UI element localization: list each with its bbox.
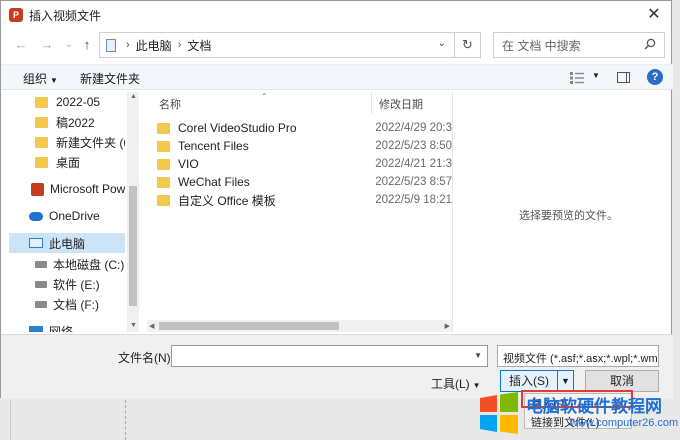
sidebar-scrollbar[interactable]: ▲ ▼	[127, 92, 139, 332]
breadcrumb-documents[interactable]: 文档	[187, 37, 211, 54]
navigation-pane: 2022-05 稿2022 新建文件夹 (6) 桌面 Microsoft Pow…	[9, 92, 125, 332]
cloud-icon	[29, 211, 43, 221]
preview-placeholder-text: 选择要预览的文件。	[519, 210, 618, 222]
preview-pane: 选择要预览的文件。	[452, 92, 673, 332]
command-toolbar: 组织 ▼ 新建文件夹 ▼ ?	[1, 64, 673, 90]
powerpoint-icon	[31, 182, 44, 196]
windows-logo-icon	[480, 392, 518, 434]
sidebar-item-new-folder-6[interactable]: 新建文件夹 (6)	[9, 132, 125, 152]
site-watermark: 电脑软硬件教程网 www.computer26.com	[478, 392, 679, 436]
background-guide-line	[125, 400, 126, 440]
folder-icon	[35, 96, 48, 108]
file-row[interactable]: VIO 2022/4/21 21:3	[157, 155, 452, 173]
folder-icon	[35, 136, 48, 148]
sidebar-item-microsoft-powerpoint[interactable]: Microsoft Power	[9, 179, 125, 199]
up-arrow-icon[interactable]: ↑	[79, 36, 95, 54]
back-arrow-icon[interactable]: ←	[13, 36, 29, 54]
help-icon[interactable]: ?	[647, 69, 663, 85]
navigation-bar: ← → ⌄ ↑ › 此电脑 › 文档 ⌄ ↻ 在 文档 中搜索	[1, 32, 673, 58]
scroll-down-arrow-icon[interactable]: ▼	[130, 322, 137, 329]
close-button[interactable]: ✕	[643, 5, 665, 25]
scroll-left-arrow-icon[interactable]: ◀	[149, 322, 154, 330]
insert-video-dialog: P 插入视频文件 ✕ ← → ⌄ ↑ › 此电脑 › 文档 ⌄ ↻ 在 文档 中…	[0, 0, 673, 399]
column-header-name[interactable]: 名称	[159, 96, 181, 112]
sidebar-item-network[interactable]: 网络	[9, 321, 125, 332]
sidebar-scroll-thumb[interactable]	[129, 186, 137, 306]
cancel-button[interactable]: 取消	[585, 370, 659, 392]
breadcrumb-separator-icon: ›	[177, 39, 182, 51]
file-row[interactable]: 自定义 Office 模板 2022/5/9 18:21	[157, 191, 452, 209]
organize-menu[interactable]: 组织 ▼	[23, 70, 58, 87]
forward-arrow-icon[interactable]: →	[39, 36, 55, 54]
computer-icon	[29, 238, 43, 248]
search-icon	[644, 38, 656, 50]
sidebar-item-onedrive[interactable]: OneDrive	[9, 206, 125, 226]
sort-ascending-caret-icon: ⌃	[261, 92, 268, 101]
view-dropdown-caret-icon[interactable]: ▼	[592, 71, 600, 80]
file-row[interactable]: WeChat Files 2022/5/23 8:57	[157, 173, 452, 191]
network-icon	[29, 326, 43, 332]
sidebar-item-gao2022[interactable]: 稿2022	[9, 112, 125, 132]
sidebar-item-this-pc[interactable]: 此电脑	[9, 233, 125, 253]
refresh-button[interactable]: ↻	[455, 32, 481, 58]
folder-icon	[157, 122, 170, 134]
dialog-title: 插入视频文件	[29, 8, 102, 23]
search-input[interactable]: 在 文档 中搜索	[493, 32, 665, 58]
caret-down-icon: ▼	[50, 76, 58, 85]
drive-icon	[35, 280, 47, 288]
filename-label: 文件名(N):	[118, 351, 174, 365]
filename-dropdown-chevron-icon[interactable]: ▼	[474, 351, 482, 360]
folder-icon	[157, 140, 170, 152]
caret-down-icon: ▼	[472, 381, 481, 390]
sidebar-item-desktop[interactable]: 桌面	[9, 152, 125, 172]
filename-input[interactable]: ▼	[171, 345, 488, 367]
sidebar-item-software-e[interactable]: 软件 (E:)	[9, 274, 125, 294]
address-bar[interactable]: › 此电脑 › 文档 ⌄	[99, 32, 455, 58]
title-bar: P 插入视频文件	[1, 1, 671, 29]
breadcrumb-this-pc[interactable]: 此电脑	[136, 37, 172, 54]
drive-icon	[35, 300, 47, 308]
folder-icon	[157, 194, 170, 206]
search-placeholder: 在 文档 中搜索	[502, 38, 581, 53]
column-separator[interactable]	[371, 92, 372, 114]
insert-button[interactable]: 插入(S)	[500, 370, 558, 392]
watermark-title: 电脑软硬件教程网	[526, 397, 662, 416]
file-type-filter-select[interactable]: 视频文件 (*.asf;*.asx;*.wpl;*.wm	[497, 345, 659, 367]
address-dropdown-chevron-icon[interactable]: ⌄	[438, 38, 446, 49]
view-options-icon[interactable]	[570, 72, 584, 84]
watermark-url: www.computer26.com	[570, 417, 679, 429]
background-guide-line	[10, 400, 11, 440]
sidebar-item-documents-f[interactable]: 文档 (F:)	[9, 294, 125, 314]
document-location-icon	[106, 38, 116, 52]
file-row[interactable]: Corel VideoStudio Pro 2022/4/29 20:3	[157, 119, 452, 137]
folder-icon	[157, 176, 170, 188]
new-folder-button[interactable]: 新建文件夹	[80, 70, 140, 87]
scroll-right-arrow-icon[interactable]: ▶	[445, 322, 450, 330]
drive-icon	[35, 260, 47, 268]
insert-options-dropdown-button[interactable]: ▼	[558, 370, 574, 392]
recent-locations-chevron-icon[interactable]: ⌄	[61, 36, 77, 54]
powerpoint-app-icon: P	[9, 8, 23, 22]
sidebar-item-local-disk-c[interactable]: 本地磁盘 (C:)	[9, 254, 125, 274]
file-list: ⌃ 名称 修改日期 Corel VideoStudio Pro 2022/4/29…	[147, 92, 452, 318]
folder-icon	[35, 156, 48, 168]
preview-pane-icon[interactable]	[617, 72, 630, 83]
file-row[interactable]: Tencent Files 2022/5/23 8:50	[157, 137, 452, 155]
column-header-modified[interactable]: 修改日期	[379, 96, 423, 112]
folder-icon	[157, 158, 170, 170]
breadcrumb-separator-icon: ›	[126, 39, 130, 51]
scroll-up-arrow-icon[interactable]: ▲	[130, 93, 137, 100]
sidebar-item-2022-05[interactable]: 2022-05	[9, 92, 125, 112]
tools-menu[interactable]: 工具(L) ▼	[431, 375, 481, 392]
file-list-horizontal-scrollbar[interactable]: ◀ ▶	[147, 320, 452, 332]
horizontal-scroll-thumb[interactable]	[159, 322, 339, 330]
folder-icon	[35, 116, 48, 128]
